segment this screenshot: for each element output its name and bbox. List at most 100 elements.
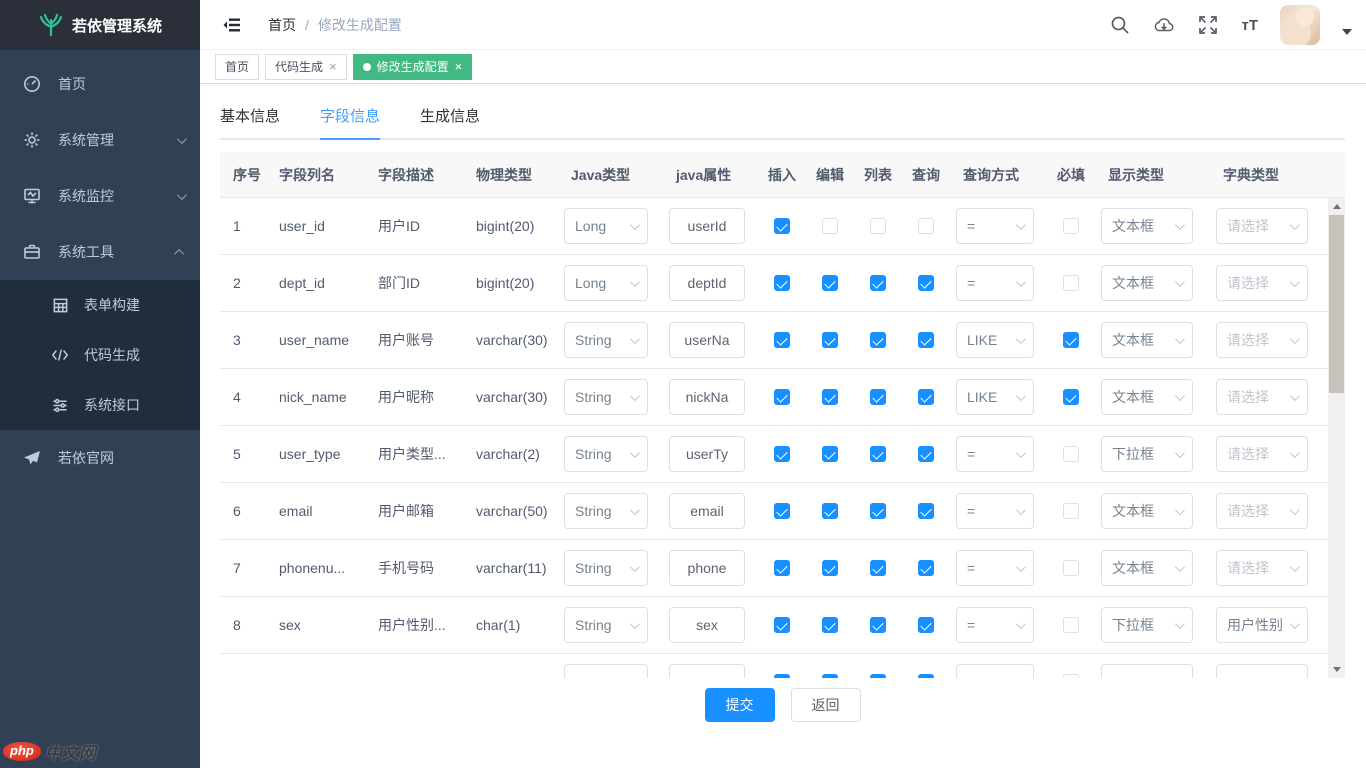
select-jtype[interactable]: Long <box>564 208 648 244</box>
checkbox-required[interactable] <box>1063 446 1079 462</box>
fullscreen-icon[interactable] <box>1197 14 1219 36</box>
sidebar-item-system-monitor[interactable]: 系统监控 <box>0 168 200 224</box>
checkbox-insert[interactable] <box>774 389 790 405</box>
checkbox-query[interactable] <box>918 617 934 633</box>
select-jtype[interactable]: String <box>564 436 648 472</box>
checkbox-insert[interactable] <box>774 446 790 462</box>
checkbox-query[interactable] <box>918 674 934 678</box>
cloud-download-icon[interactable] <box>1153 14 1175 36</box>
breadcrumb-home[interactable]: 首页 <box>268 15 296 35</box>
checkbox-query[interactable] <box>918 389 934 405</box>
tag-close-icon[interactable]: × <box>329 60 337 73</box>
checkbox-edit[interactable] <box>822 389 838 405</box>
checkbox-list[interactable] <box>870 503 886 519</box>
checkbox-required[interactable] <box>1063 275 1079 291</box>
select-qtype[interactable]: = <box>956 607 1034 643</box>
checkbox-list[interactable] <box>870 389 886 405</box>
sidebar-item-home[interactable]: 首页 <box>0 56 200 112</box>
back-button[interactable]: 返回 <box>791 688 861 722</box>
sidebar-item-code-generate[interactable]: 代码生成 <box>0 330 200 380</box>
sidebar-toggle-icon[interactable] <box>222 15 242 35</box>
input-java-field[interactable]: userTy <box>669 436 745 472</box>
checkbox-list[interactable] <box>870 674 886 678</box>
sidebar-item-form-builder[interactable]: 表单构建 <box>0 280 200 330</box>
checkbox-query[interactable] <box>918 446 934 462</box>
checkbox-insert[interactable] <box>774 617 790 633</box>
checkbox-insert[interactable] <box>774 218 790 234</box>
input-java-field[interactable]: userNa <box>669 322 745 358</box>
select-qtype[interactable]: = <box>956 550 1034 586</box>
font-size-icon[interactable]: ᴛT <box>1241 17 1258 34</box>
checkbox-edit[interactable] <box>822 617 838 633</box>
select-dtype[interactable]: 文本框 <box>1101 379 1193 415</box>
avatar-caret-icon[interactable] <box>1342 29 1352 35</box>
checkbox-edit[interactable] <box>822 446 838 462</box>
select-jtype[interactable] <box>564 664 648 678</box>
select-dtype[interactable]: 文本框 <box>1101 493 1193 529</box>
select-jtype[interactable]: String <box>564 493 648 529</box>
checkbox-required[interactable] <box>1063 560 1079 576</box>
select-qtype[interactable]: = <box>956 265 1034 301</box>
select-dict[interactable]: 请选择 <box>1216 322 1308 358</box>
input-java-field[interactable]: phone <box>669 550 745 586</box>
tag-home[interactable]: 首页 <box>215 54 259 80</box>
select-qtype[interactable]: LIKE <box>956 379 1034 415</box>
checkbox-required[interactable] <box>1063 218 1079 234</box>
tag-edit-gen-config[interactable]: 修改生成配置 × <box>353 54 473 80</box>
select-dict[interactable]: 请选择 <box>1216 379 1308 415</box>
select-dtype[interactable] <box>1101 664 1193 678</box>
table-scrollbar[interactable] <box>1328 198 1345 678</box>
checkbox-list[interactable] <box>870 218 886 234</box>
checkbox-required[interactable] <box>1063 332 1079 348</box>
select-qtype[interactable]: = <box>956 493 1034 529</box>
sidebar-item-system-api[interactable]: 系统接口 <box>0 380 200 430</box>
input-java-field[interactable]: email <box>669 493 745 529</box>
select-dtype[interactable]: 文本框 <box>1101 550 1193 586</box>
checkbox-query[interactable] <box>918 332 934 348</box>
checkbox-required[interactable] <box>1063 389 1079 405</box>
select-dict[interactable]: 请选择 <box>1216 208 1308 244</box>
select-dtype[interactable]: 下拉框 <box>1101 436 1193 472</box>
checkbox-list[interactable] <box>870 560 886 576</box>
tag-close-icon[interactable]: × <box>455 60 463 73</box>
select-dtype[interactable]: 文本框 <box>1101 265 1193 301</box>
checkbox-list[interactable] <box>870 617 886 633</box>
select-jtype[interactable]: String <box>564 550 648 586</box>
checkbox-edit[interactable] <box>822 332 838 348</box>
checkbox-list[interactable] <box>870 446 886 462</box>
checkbox-query[interactable] <box>918 560 934 576</box>
select-dtype[interactable]: 文本框 <box>1101 208 1193 244</box>
sidebar-item-official-site[interactable]: 若依官网 <box>0 430 200 486</box>
select-qtype[interactable]: = <box>956 208 1034 244</box>
submit-button[interactable]: 提交 <box>705 688 775 722</box>
checkbox-required[interactable] <box>1063 617 1079 633</box>
select-dict[interactable] <box>1216 664 1308 678</box>
select-dtype[interactable]: 下拉框 <box>1101 607 1193 643</box>
tab-field-info[interactable]: 字段信息 <box>320 105 380 140</box>
sidebar-item-system-tools[interactable]: 系统工具 <box>0 224 200 280</box>
checkbox-edit[interactable] <box>822 218 838 234</box>
checkbox-edit[interactable] <box>822 275 838 291</box>
tag-code-generate[interactable]: 代码生成 × <box>265 54 347 80</box>
select-dict[interactable]: 请选择 <box>1216 436 1308 472</box>
input-java-field[interactable] <box>669 664 745 678</box>
select-dtype[interactable]: 文本框 <box>1101 322 1193 358</box>
scrollbar-down-arrow[interactable] <box>1328 661 1345 678</box>
checkbox-insert[interactable] <box>774 332 790 348</box>
checkbox-list[interactable] <box>870 332 886 348</box>
input-java-field[interactable]: deptId <box>669 265 745 301</box>
checkbox-required[interactable] <box>1063 503 1079 519</box>
scrollbar-thumb[interactable] <box>1329 215 1344 393</box>
select-dict[interactable]: 用户性别 <box>1216 607 1308 643</box>
select-qtype[interactable] <box>956 664 1034 678</box>
checkbox-edit[interactable] <box>822 503 838 519</box>
select-jtype[interactable]: String <box>564 322 648 358</box>
select-dict[interactable]: 请选择 <box>1216 265 1308 301</box>
checkbox-insert[interactable] <box>774 674 790 678</box>
checkbox-insert[interactable] <box>774 560 790 576</box>
sidebar-item-system-manage[interactable]: 系统管理 <box>0 112 200 168</box>
input-java-field[interactable]: userId <box>669 208 745 244</box>
checkbox-required[interactable] <box>1063 674 1079 678</box>
select-dict[interactable]: 请选择 <box>1216 550 1308 586</box>
tab-generate-info[interactable]: 生成信息 <box>420 105 480 140</box>
